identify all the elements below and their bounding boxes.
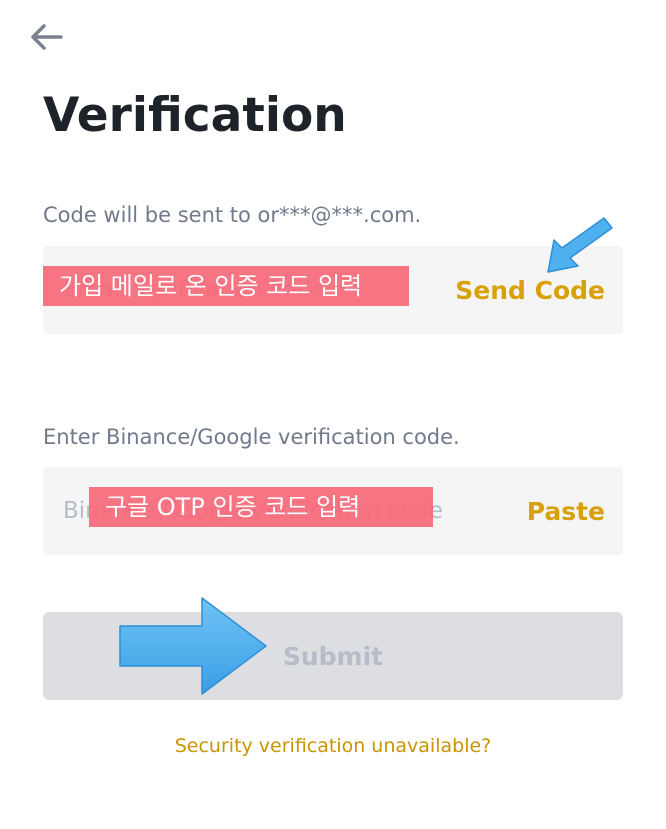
page-title: Verification	[43, 88, 347, 143]
email-code-annotation-label: 가입 메일로 온 인증 코드 입력	[43, 266, 409, 306]
otp-code-label: Enter Binance/Google verification code.	[43, 425, 460, 449]
otp-code-annotation-label: 구글 OTP 인증 코드 입력	[89, 487, 433, 527]
send-code-button[interactable]: Send Code	[455, 246, 605, 334]
arrow-left-icon	[31, 24, 63, 50]
back-button[interactable]	[26, 20, 66, 54]
submit-button[interactable]: Submit	[43, 612, 623, 700]
paste-button[interactable]: Paste	[527, 467, 605, 555]
email-code-label: Code will be sent to or***@***.com.	[43, 203, 422, 227]
security-verification-unavailable-link[interactable]: Security verification unavailable?	[0, 735, 666, 757]
